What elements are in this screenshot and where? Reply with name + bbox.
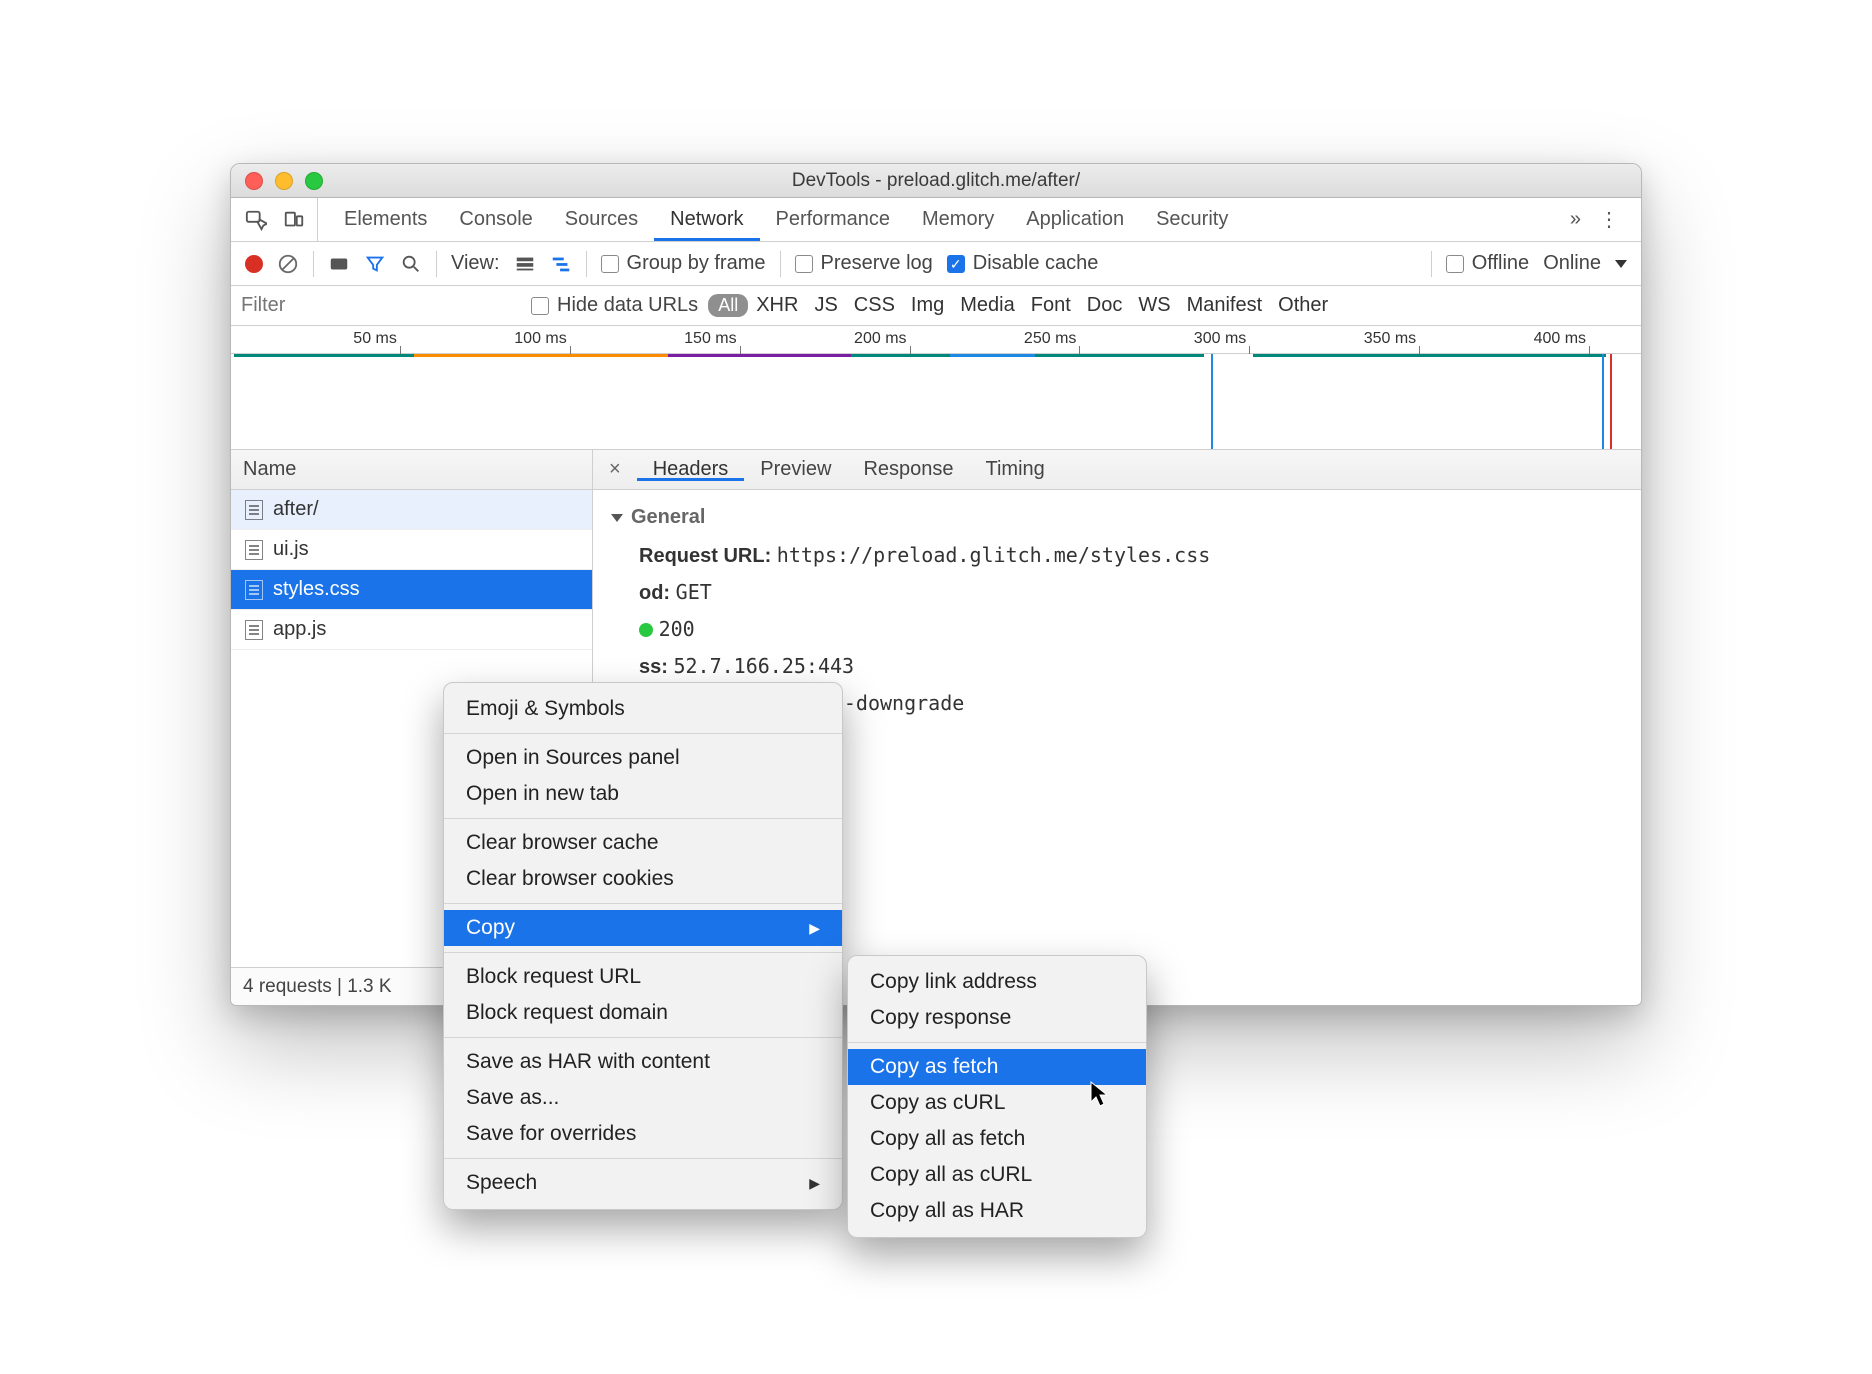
tab-console[interactable]: Console bbox=[443, 198, 548, 241]
menu-item[interactable]: Block request domain bbox=[444, 995, 842, 1031]
menu-item[interactable]: Save for overrides bbox=[444, 1116, 842, 1152]
network-toolbar: View: Group by frame Preserve log Disabl… bbox=[231, 242, 1641, 286]
menu-item[interactable]: Copy all as HAR bbox=[848, 1193, 1146, 1229]
throttling-select[interactable]: Online bbox=[1543, 252, 1601, 275]
filter-type-manifest[interactable]: Manifest bbox=[1179, 294, 1271, 316]
window-title: DevTools - preload.glitch.me/after/ bbox=[231, 170, 1641, 192]
search-icon[interactable] bbox=[400, 253, 422, 275]
file-icon bbox=[245, 540, 263, 560]
menu-item[interactable]: Speech bbox=[444, 1165, 842, 1201]
detail-tab-response[interactable]: Response bbox=[847, 458, 969, 481]
titlebar: DevTools - preload.glitch.me/after/ bbox=[231, 164, 1641, 198]
request-row[interactable]: after/ bbox=[231, 490, 592, 530]
detail-tab-headers[interactable]: Headers bbox=[637, 458, 745, 481]
menu-item[interactable]: Emoji & Symbols bbox=[444, 691, 842, 727]
timeline-ruler[interactable]: 50 ms100 ms150 ms200 ms250 ms300 ms350 m… bbox=[231, 326, 1641, 354]
record-button[interactable] bbox=[245, 255, 263, 273]
disable-cache-checkbox[interactable]: Disable cache bbox=[947, 252, 1099, 275]
window-minimize-button[interactable] bbox=[275, 172, 293, 190]
offline-checkbox[interactable]: Offline bbox=[1446, 252, 1529, 275]
file-icon bbox=[245, 620, 263, 640]
filter-type-xhr[interactable]: XHR bbox=[748, 294, 806, 316]
menu-item[interactable]: Copy bbox=[444, 910, 842, 946]
menu-item[interactable]: Open in new tab bbox=[444, 776, 842, 812]
tab-sources[interactable]: Sources bbox=[549, 198, 654, 241]
tabs-overflow-icon[interactable]: » bbox=[1570, 208, 1581, 231]
request-row[interactable]: ui.js bbox=[231, 530, 592, 570]
filter-row: Hide data URLs All XHRJSCSSImgMediaFontD… bbox=[231, 286, 1641, 326]
menu-item[interactable]: Save as... bbox=[444, 1080, 842, 1116]
tab-performance[interactable]: Performance bbox=[760, 198, 907, 241]
detail-tabs: × HeadersPreviewResponseTiming bbox=[593, 450, 1641, 490]
close-detail-button[interactable]: × bbox=[593, 458, 637, 481]
menu-item[interactable]: Copy all as cURL bbox=[848, 1157, 1146, 1193]
filter-input[interactable] bbox=[241, 294, 531, 317]
settings-more-icon[interactable]: ⋮ bbox=[1599, 207, 1621, 232]
filter-type-all[interactable]: All bbox=[708, 294, 748, 317]
menu-item[interactable]: Copy all as fetch bbox=[848, 1121, 1146, 1157]
file-icon bbox=[245, 500, 263, 520]
disclosure-triangle-icon[interactable] bbox=[611, 514, 623, 522]
menu-item[interactable]: Clear browser cache bbox=[444, 825, 842, 861]
file-icon bbox=[245, 580, 263, 600]
filter-type-doc[interactable]: Doc bbox=[1079, 294, 1131, 316]
filter-type-img[interactable]: Img bbox=[903, 294, 952, 316]
menu-item[interactable]: Copy response bbox=[848, 1000, 1146, 1036]
overview-waterfall[interactable] bbox=[231, 354, 1641, 450]
menu-item[interactable]: Save as HAR with content bbox=[444, 1044, 842, 1080]
tab-elements[interactable]: Elements bbox=[328, 198, 443, 241]
status-dot-icon bbox=[639, 623, 653, 637]
inspect-element-icon[interactable] bbox=[245, 209, 267, 231]
waterfall-view-icon[interactable] bbox=[550, 253, 572, 275]
filter-type-media[interactable]: Media bbox=[952, 294, 1022, 316]
window-controls bbox=[231, 172, 323, 190]
filter-type-other[interactable]: Other bbox=[1270, 294, 1336, 316]
tab-network[interactable]: Network bbox=[654, 198, 759, 241]
request-context-menu: Emoji & Symbols Open in Sources panelOpen… bbox=[443, 682, 843, 1210]
devtools-window: DevTools - preload.glitch.me/after/ Elem… bbox=[230, 163, 1642, 1006]
request-row[interactable]: app.js bbox=[231, 610, 592, 650]
filter-toggle-icon[interactable] bbox=[364, 253, 386, 275]
group-by-frame-checkbox[interactable]: Group by frame bbox=[601, 252, 766, 275]
filter-type-ws[interactable]: WS bbox=[1130, 294, 1178, 316]
request-row[interactable]: styles.css bbox=[231, 570, 592, 610]
preserve-log-checkbox[interactable]: Preserve log bbox=[795, 252, 933, 275]
large-rows-icon[interactable] bbox=[514, 253, 536, 275]
filter-type-js[interactable]: JS bbox=[806, 294, 845, 316]
tab-memory[interactable]: Memory bbox=[906, 198, 1010, 241]
tab-security[interactable]: Security bbox=[1140, 198, 1244, 241]
window-close-button[interactable] bbox=[245, 172, 263, 190]
window-zoom-button[interactable] bbox=[305, 172, 323, 190]
menu-item[interactable]: Clear browser cookies bbox=[444, 861, 842, 897]
hide-data-urls-checkbox[interactable]: Hide data URLs bbox=[531, 294, 698, 317]
menu-item[interactable]: Open in Sources panel bbox=[444, 740, 842, 776]
chevron-down-icon[interactable] bbox=[1615, 260, 1627, 268]
filter-type-css[interactable]: CSS bbox=[846, 294, 903, 316]
clear-icon[interactable] bbox=[277, 253, 299, 275]
request-list-header[interactable]: Name bbox=[231, 450, 592, 490]
mouse-cursor-icon bbox=[1089, 1080, 1109, 1108]
detail-tab-timing[interactable]: Timing bbox=[970, 458, 1061, 481]
menu-item[interactable]: Copy link address bbox=[848, 964, 1146, 1000]
detail-tab-preview[interactable]: Preview bbox=[744, 458, 847, 481]
view-label: View: bbox=[451, 252, 500, 275]
filter-type-font[interactable]: Font bbox=[1023, 294, 1079, 316]
tab-application[interactable]: Application bbox=[1010, 198, 1140, 241]
device-toggle-icon[interactable] bbox=[283, 209, 305, 231]
main-tabstrip: ElementsConsoleSourcesNetworkPerformance… bbox=[231, 198, 1641, 242]
menu-item[interactable]: Block request URL bbox=[444, 959, 842, 995]
capture-screenshots-icon[interactable] bbox=[328, 253, 350, 275]
